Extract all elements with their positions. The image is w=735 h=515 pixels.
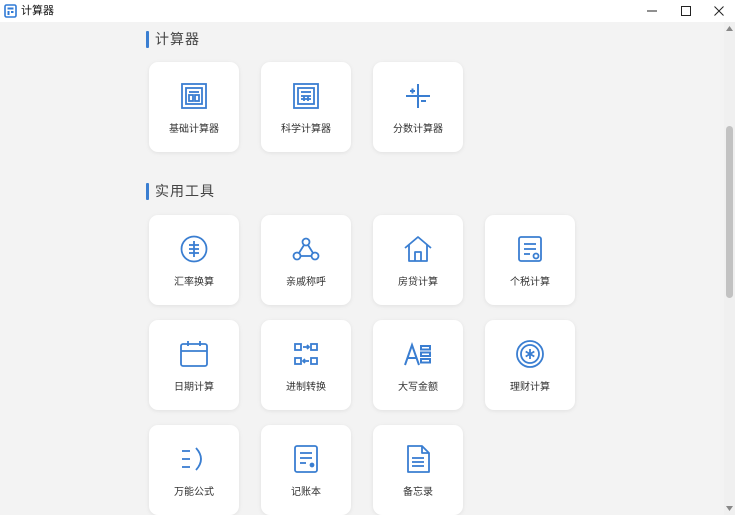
card-label: 个税计算 — [510, 277, 550, 288]
card-label: 理财计算 — [510, 382, 550, 393]
memo-icon — [402, 443, 434, 475]
card-date-calculator[interactable]: 日期计算 — [149, 320, 239, 410]
calendar-icon — [178, 338, 210, 370]
section-header-utilities: 实用工具 — [146, 182, 215, 200]
card-label: 进制转换 — [286, 382, 326, 393]
card-base-conversion[interactable]: 进制转换 — [261, 320, 351, 410]
section-accent-bar — [146, 30, 149, 48]
title-bar: 计算器 — [0, 0, 735, 22]
card-uppercase-amount[interactable]: 大写金额 — [373, 320, 463, 410]
window-title: 计算器 — [21, 4, 54, 17]
relatives-network-icon — [290, 233, 322, 265]
scientific-calculator-icon — [290, 80, 322, 112]
card-label: 亲戚称呼 — [286, 277, 326, 288]
card-label: 备忘录 — [403, 487, 433, 498]
scroll-down-button[interactable] — [724, 504, 735, 513]
card-label: 大写金额 — [398, 382, 438, 393]
card-label: 汇率换算 — [174, 277, 214, 288]
card-label: 万能公式 — [174, 487, 214, 498]
section-title: 计算器 — [155, 32, 200, 48]
section-accent-bar — [146, 182, 149, 200]
basic-calculator-icon — [178, 80, 210, 112]
close-button[interactable] — [702, 0, 735, 22]
close-icon — [714, 6, 724, 16]
card-ledger[interactable]: 记账本 — [261, 425, 351, 515]
card-label: 分数计算器 — [393, 124, 443, 135]
minimize-icon — [647, 10, 657, 12]
card-memo[interactable]: 备忘录 — [373, 425, 463, 515]
app-logo-icon — [4, 4, 17, 18]
formula-icon — [178, 443, 210, 475]
scroll-up-button[interactable] — [724, 24, 735, 33]
section-title: 实用工具 — [155, 184, 215, 200]
app-window: 计算器 计算器 基础计算器 科学计算器 分数计算器 实用工具 汇率换算 亲戚称呼… — [0, 0, 735, 515]
vertical-scrollbar[interactable] — [724, 22, 735, 515]
currency-exchange-icon — [178, 233, 210, 265]
tool-list[interactable]: 计算器 基础计算器 科学计算器 分数计算器 实用工具 汇率换算 亲戚称呼 房贷计… — [0, 22, 724, 515]
card-fraction-calculator[interactable]: 分数计算器 — [373, 62, 463, 152]
base-conversion-icon — [290, 338, 322, 370]
card-label: 科学计算器 — [281, 124, 331, 135]
finance-icon — [514, 338, 546, 370]
card-relatives[interactable]: 亲戚称呼 — [261, 215, 351, 305]
card-label: 基础计算器 — [169, 124, 219, 135]
arrow-up-icon — [726, 26, 733, 31]
card-currency-exchange[interactable]: 汇率换算 — [149, 215, 239, 305]
uppercase-amount-icon — [402, 338, 434, 370]
tax-document-icon — [514, 233, 546, 265]
card-basic-calculator[interactable]: 基础计算器 — [149, 62, 239, 152]
card-scientific-calculator[interactable]: 科学计算器 — [261, 62, 351, 152]
minimize-button[interactable] — [635, 0, 669, 22]
section-header-calculators: 计算器 — [146, 30, 200, 48]
card-label: 房贷计算 — [398, 277, 438, 288]
house-icon — [402, 233, 434, 265]
card-finance[interactable]: 理财计算 — [485, 320, 575, 410]
card-formula[interactable]: 万能公式 — [149, 425, 239, 515]
card-mortgage[interactable]: 房贷计算 — [373, 215, 463, 305]
card-label: 记账本 — [291, 487, 321, 498]
card-income-tax[interactable]: 个税计算 — [485, 215, 575, 305]
ledger-icon — [290, 443, 322, 475]
maximize-icon — [681, 6, 691, 16]
card-label: 日期计算 — [174, 382, 214, 393]
maximize-button[interactable] — [669, 0, 703, 22]
fraction-calculator-icon — [402, 80, 434, 112]
arrow-down-icon — [726, 506, 733, 511]
scrollbar-thumb[interactable] — [726, 126, 733, 298]
